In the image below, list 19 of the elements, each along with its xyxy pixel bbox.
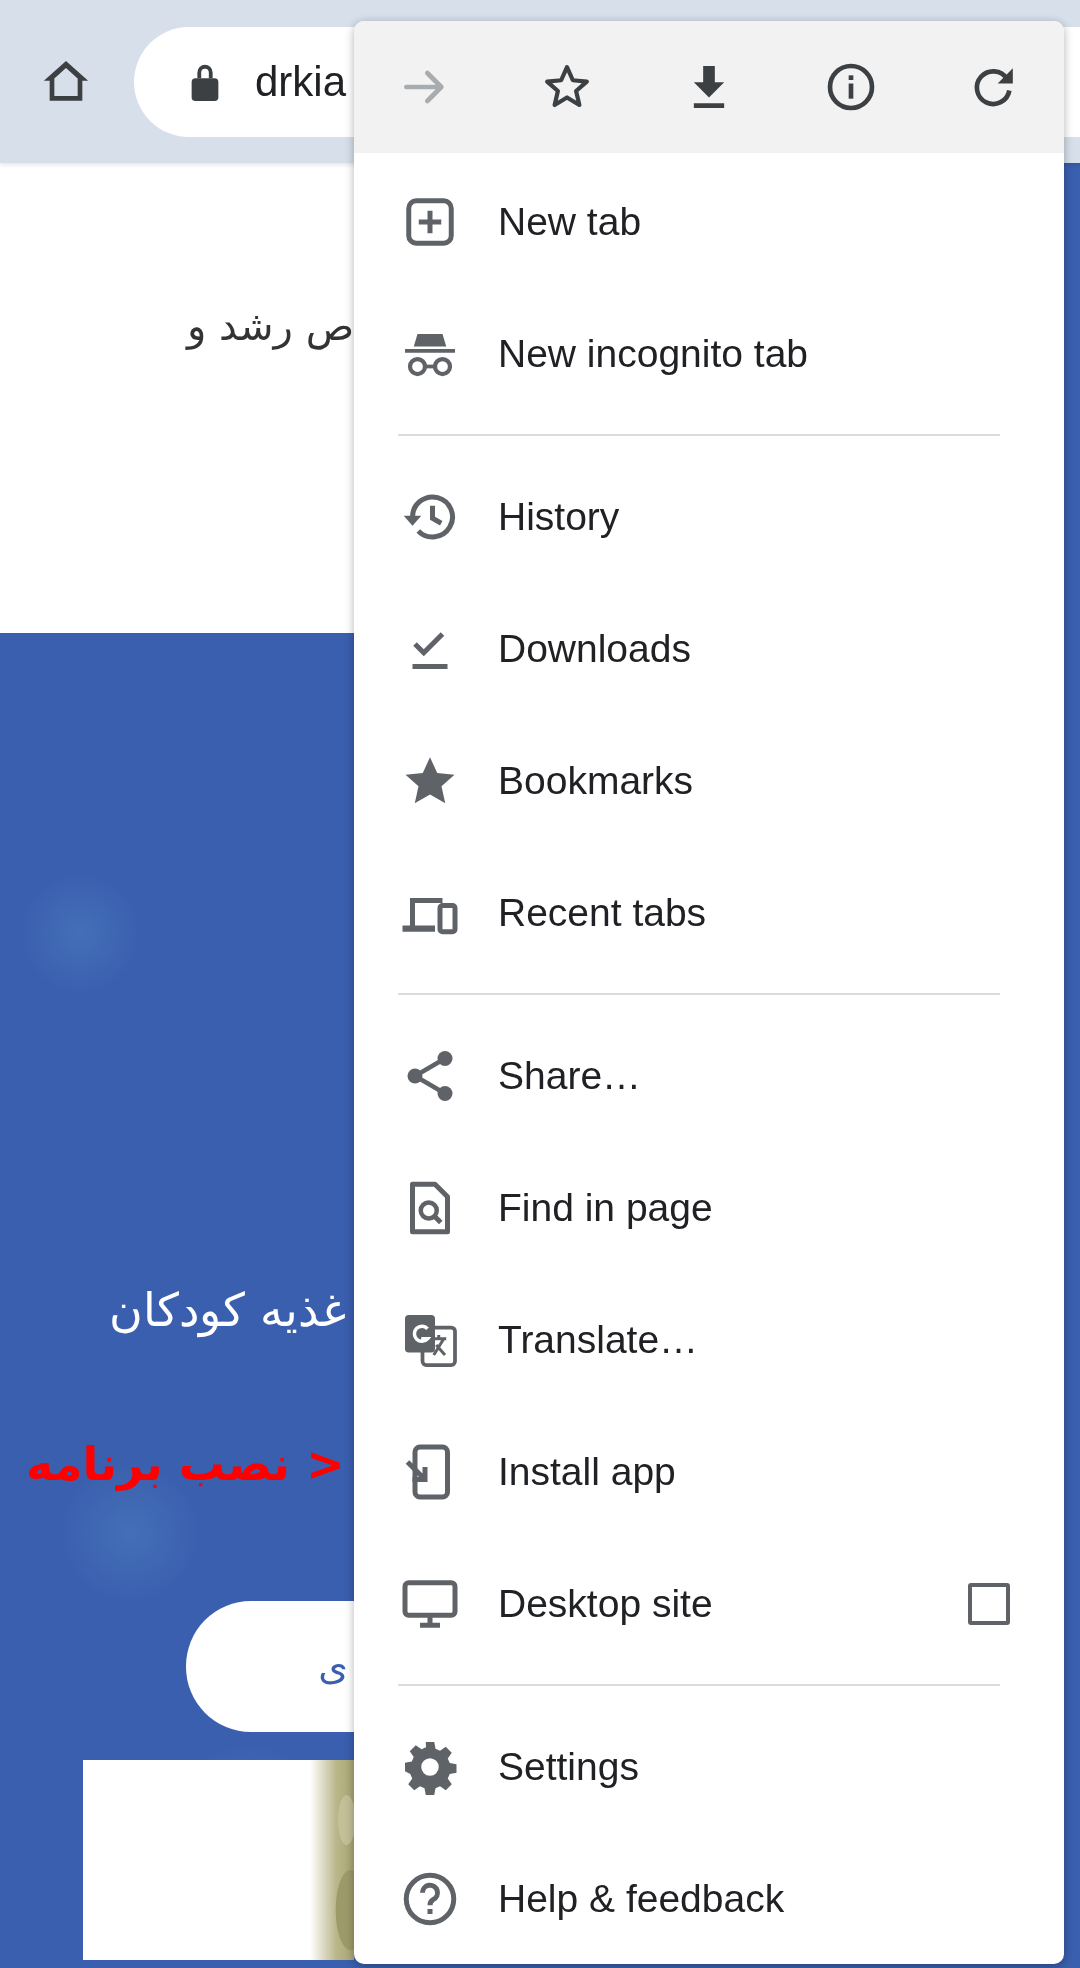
menu-item[interactable]: History <box>354 451 1064 583</box>
menu-item[interactable]: Find in page <box>354 1142 1064 1274</box>
menu-item[interactable]: New incognito tab <box>354 288 1064 420</box>
menu-item[interactable]: Recent tabs <box>354 847 1064 979</box>
menu-item[interactable]: Translate… <box>354 1274 1064 1406</box>
annotation-text: < نصب برنامه <box>26 1437 345 1491</box>
menu-item[interactable]: Install app <box>354 1406 1064 1538</box>
menu-item[interactable]: Desktop site <box>354 1538 1064 1670</box>
cta-button[interactable]: ی <box>186 1601 354 1732</box>
intro-text: ص رشد و <box>187 303 354 349</box>
menu-item[interactable]: Bookmarks <box>354 715 1064 847</box>
menu-item[interactable]: New tab <box>354 156 1064 288</box>
menu-item[interactable]: Downloads <box>354 583 1064 715</box>
menu-item[interactable]: Settings <box>354 1701 1064 1833</box>
checkbox[interactable] <box>968 1583 1010 1625</box>
menu-item[interactable]: Help & feedback <box>354 1833 1064 1964</box>
url-text: drkia <box>255 57 347 106</box>
menu-item[interactable]: Share… <box>354 1010 1064 1142</box>
headline-text: غذیه کودکان <box>109 1283 347 1337</box>
